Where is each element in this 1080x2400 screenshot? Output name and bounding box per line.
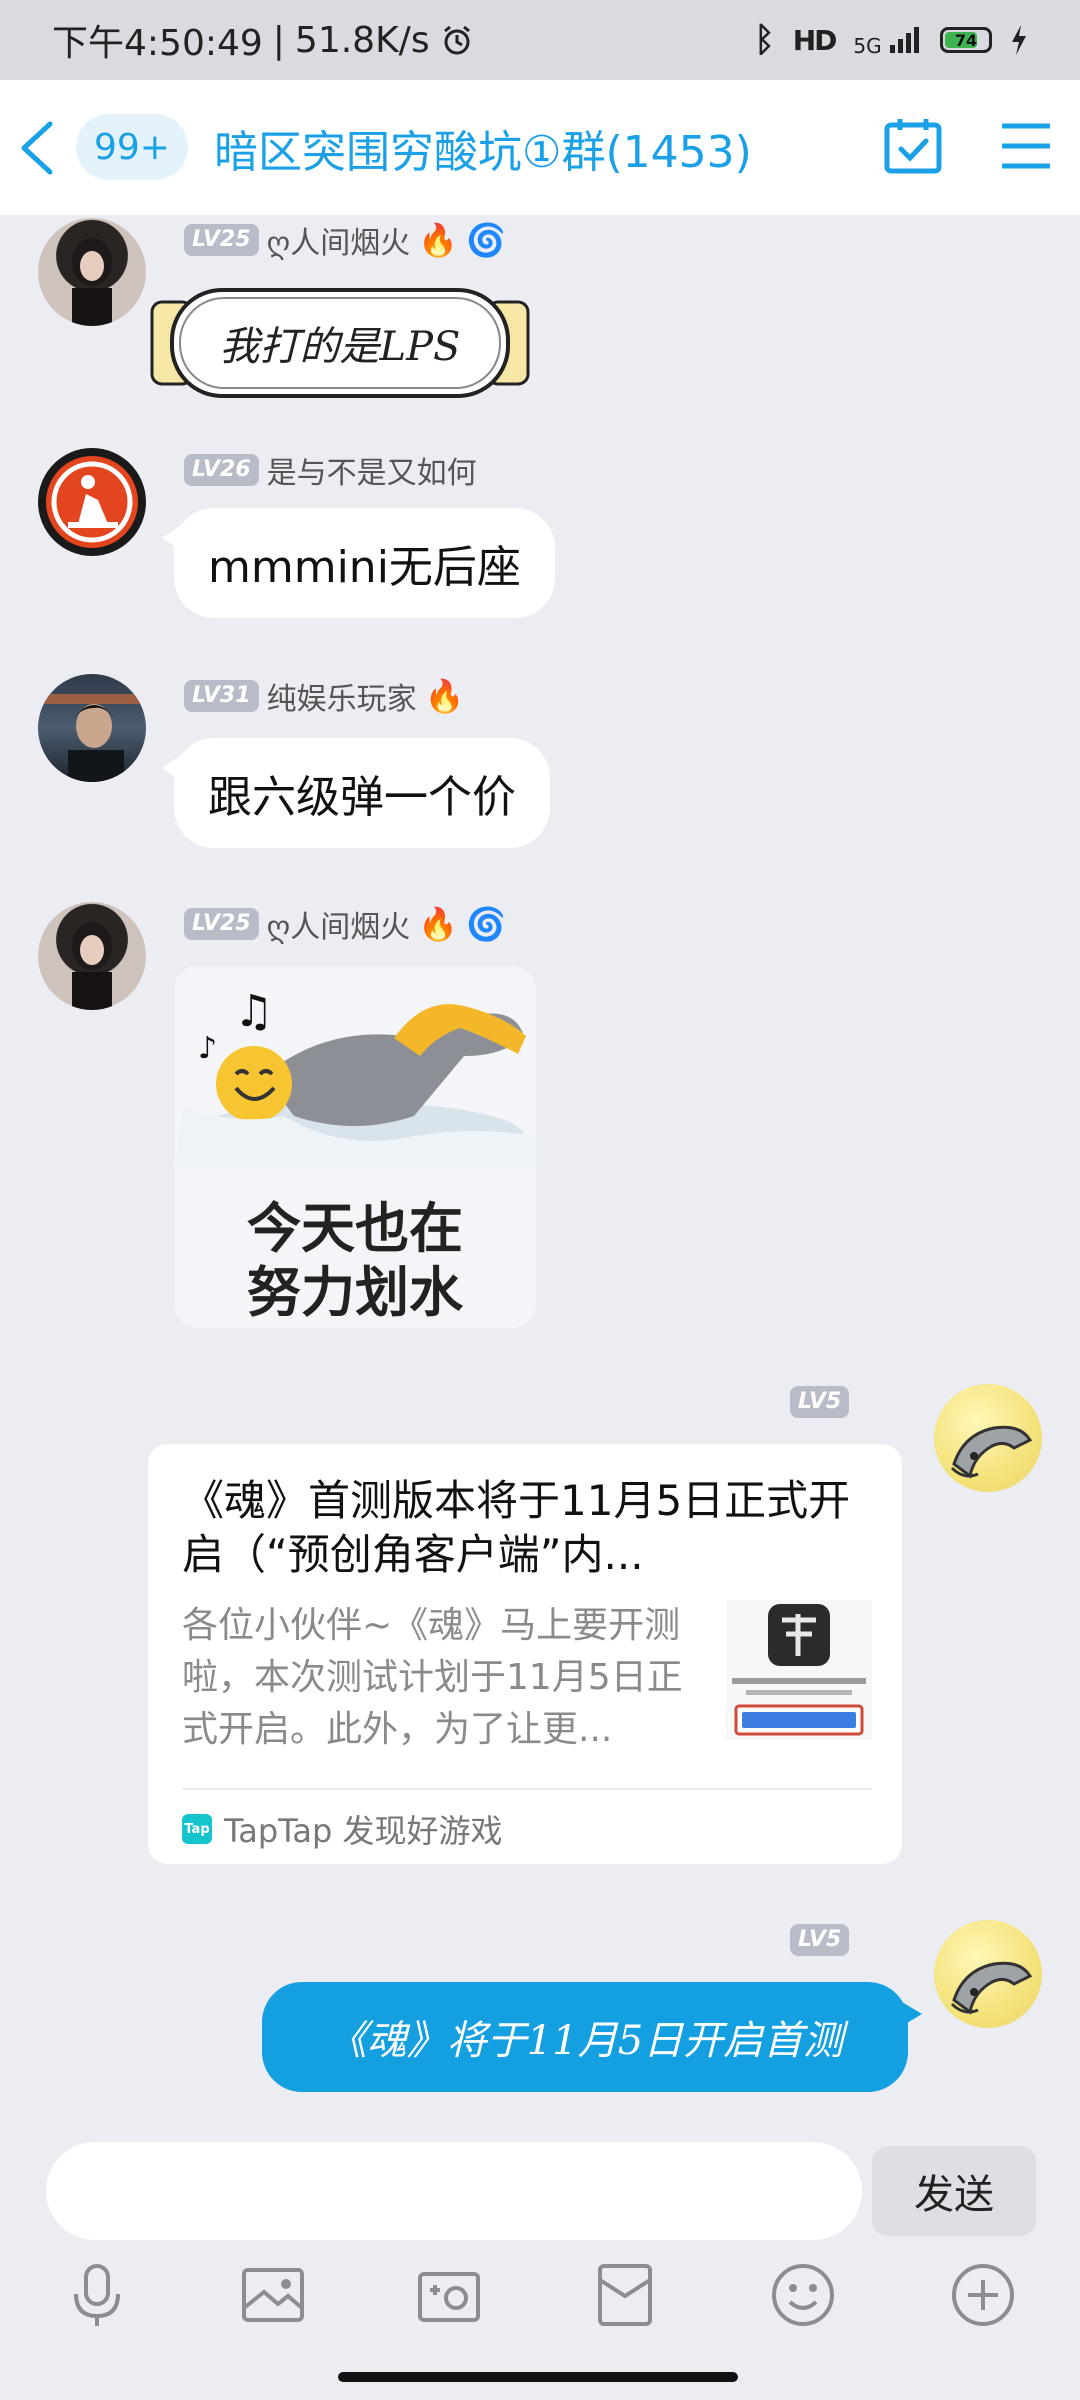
- plus-icon[interactable]: [948, 2260, 1018, 2330]
- sender-name[interactable]: 是与不是又如何: [267, 448, 477, 492]
- card-divider: [182, 1788, 872, 1790]
- level-badge: LV26: [184, 454, 259, 486]
- level-badge: LV5: [790, 1924, 850, 1956]
- charging-icon: [1012, 25, 1026, 55]
- back-icon[interactable]: [14, 120, 64, 176]
- avatar-image: [38, 694, 146, 782]
- image-icon[interactable]: [238, 2260, 308, 2330]
- level-badge: LV25: [184, 224, 259, 256]
- red-packet-icon[interactable]: [590, 2260, 660, 2330]
- input-toolbar: [0, 2260, 1080, 2340]
- network-icon: 5G: [853, 25, 922, 56]
- message-text: mmmini无后座: [208, 542, 521, 593]
- status-time: 下午4:50:49: [52, 23, 263, 64]
- alarm-icon: [443, 25, 470, 55]
- sender-info: LV31 纯娱乐玩家 🔥: [184, 674, 464, 718]
- svg-text:♪: ♪: [198, 1031, 217, 1066]
- fire-badge-icon: 🔥: [418, 905, 459, 943]
- message-text: 跟六级弹一个价: [208, 772, 516, 823]
- sender-name[interactable]: 纯娱乐玩家: [267, 674, 417, 718]
- level-badge: LV5: [790, 1386, 850, 1418]
- camera-icon[interactable]: [414, 2260, 484, 2330]
- sticker-message[interactable]: ♫ ♪ 今天也在 努力划水: [174, 966, 536, 1328]
- avatar-image: [950, 1425, 1033, 1479]
- fire-badge-icon: 🔥: [418, 221, 459, 259]
- card-description: 各位小伙伴~《魂》马上要开测啦，本次测试计划于11月5日正式开启。此外，为了让更…: [182, 1605, 683, 1750]
- avatar[interactable]: [38, 448, 146, 556]
- card-title: 《魂》首测版本将于11月5日正式开启（“预创角客户端”内...: [182, 1476, 851, 1579]
- sender-name[interactable]: ღ人间烟火: [267, 902, 411, 946]
- svg-text:♫: ♫: [234, 986, 273, 1037]
- calendar-check-icon[interactable]: [884, 116, 942, 176]
- sender-info: LV25 ღ人间烟火 🔥 🌀: [184, 218, 506, 262]
- level-badge: LV25: [184, 908, 259, 940]
- my-avatar[interactable]: [934, 1384, 1042, 1492]
- outgoing-message-bubble[interactable]: 《魂》将于11月5日开启首测: [262, 1982, 922, 2092]
- game-thumbnail-image: [732, 1604, 866, 1736]
- group-title[interactable]: 暗区突围穷酸坑①群(1453): [214, 116, 752, 180]
- avatar[interactable]: [38, 218, 146, 326]
- link-share-card[interactable]: 《魂》首测版本将于11月5日正式开启（“预创角客户端”内... 各位小伙伴~《魂…: [148, 1444, 902, 1864]
- avatar-image: [950, 1961, 1033, 2015]
- message-text: 我打的是LPS: [219, 324, 461, 370]
- bubble-tail: [162, 756, 180, 780]
- unread-count-badge[interactable]: 99+: [76, 114, 188, 180]
- swimming-emoji-illustration: ♫ ♪: [174, 986, 536, 1166]
- emoji-icon[interactable]: [768, 2260, 838, 2330]
- sender-name[interactable]: ღ人间烟火: [267, 218, 411, 262]
- message-bubble[interactable]: 跟六级弹一个价: [162, 738, 550, 848]
- sender-info: LV25 ღ人间烟火 🔥 🌀: [184, 902, 506, 946]
- message-bubble-framed[interactable]: 我打的是LPS: [150, 286, 530, 400]
- fire-badge-icon: 🔥: [424, 677, 465, 715]
- card-source-text: TapTap 发现好游戏: [224, 1812, 503, 1850]
- avatar[interactable]: [38, 674, 146, 782]
- avatar-image: [72, 922, 112, 1010]
- battery-icon: 74: [940, 27, 992, 53]
- chat-header: 99+ 暗区突围穷酸坑①群(1453): [0, 80, 1080, 215]
- battery-level: 74: [954, 30, 978, 50]
- message-input[interactable]: [46, 2142, 862, 2240]
- avatar-image: [40, 450, 144, 554]
- sender-info: LV26 是与不是又如何: [184, 448, 477, 492]
- avatar[interactable]: [38, 902, 146, 1010]
- bubble-tail: [162, 526, 180, 550]
- menu-icon[interactable]: [1000, 120, 1052, 172]
- home-indicator[interactable]: [338, 2372, 738, 2382]
- avatar-image: [72, 238, 112, 326]
- swirl-badge-icon: 🌀: [466, 905, 506, 943]
- message-text: 《魂》将于11月5日开启首测: [326, 2018, 844, 2064]
- message-bubble[interactable]: mmmini无后座: [162, 508, 555, 618]
- bubble-tail: [902, 2002, 922, 2026]
- network-label: 5G: [853, 33, 882, 58]
- status-left: 下午4:50:49 | 51.8K/s: [52, 14, 474, 66]
- status-right: ᛒ HD 5G 74: [754, 0, 1028, 80]
- microphone-icon[interactable]: [62, 2260, 132, 2330]
- level-badge: LV31: [184, 680, 259, 712]
- hd-icon: HD: [792, 23, 838, 57]
- status-net-speed: 51.8K/s: [294, 19, 430, 61]
- card-source: Tap TapTap 发现好游戏: [182, 1806, 503, 1852]
- card-thumbnail: [726, 1600, 872, 1740]
- status-separator: |: [272, 19, 285, 61]
- signal-icon: [890, 26, 919, 53]
- swirl-badge-icon: 🌀: [466, 221, 506, 259]
- status-bar: 下午4:50:49 | 51.8K/s ᛒ HD 5G 74: [0, 0, 1080, 80]
- sticker-caption-line-2: 努力划水: [247, 1261, 463, 1324]
- taptap-logo-icon: Tap: [182, 1814, 212, 1844]
- my-avatar[interactable]: [934, 1920, 1042, 2028]
- bluetooth-icon: ᛒ: [754, 20, 775, 60]
- send-button[interactable]: 发送: [872, 2146, 1036, 2236]
